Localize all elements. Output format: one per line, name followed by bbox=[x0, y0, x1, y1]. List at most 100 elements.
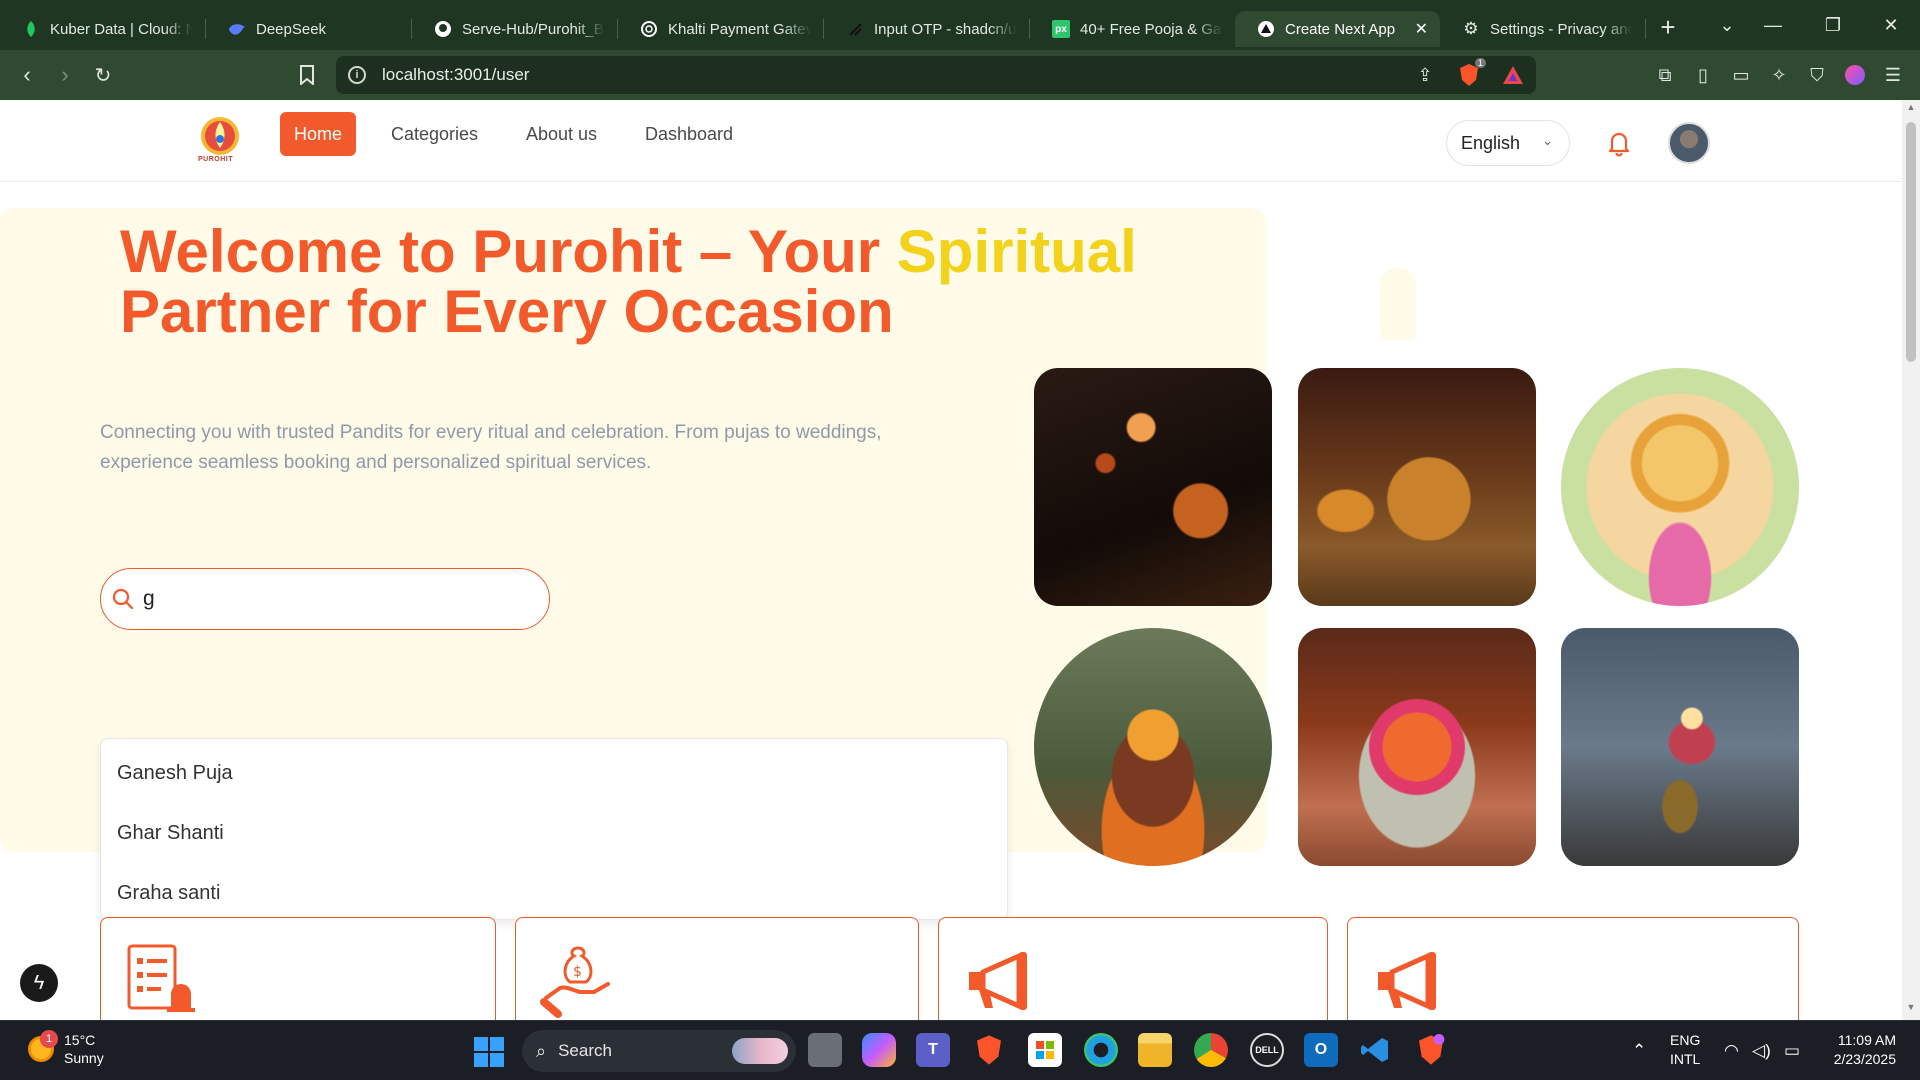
checklist-bell-icon bbox=[127, 944, 195, 1012]
page-scrollbar[interactable]: ▲ ▼ bbox=[1902, 100, 1920, 1020]
close-window-button[interactable]: ✕ bbox=[1864, 0, 1918, 50]
reload-icon[interactable]: ↻ bbox=[84, 56, 122, 94]
tab-label: Kuber Data | Cloud: N bbox=[50, 20, 193, 38]
task-view-icon[interactable] bbox=[808, 1033, 842, 1067]
tab-label: Create Next App bbox=[1285, 20, 1396, 38]
search-suggestions-dropdown: Ganesh Puja Ghar Shanti Graha santi bbox=[100, 738, 1008, 920]
file-explorer-icon[interactable] bbox=[1138, 1033, 1172, 1067]
wifi-icon[interactable]: ◠ bbox=[1724, 1041, 1739, 1061]
tab-label: Input OTP - shadcn/u bbox=[874, 20, 1017, 38]
vpn-shield-icon[interactable]: ⛉ bbox=[1804, 62, 1830, 88]
tab-settings-privacy[interactable]: ⚙ Settings - Privacy anc bbox=[1440, 11, 1645, 47]
nav-categories[interactable]: Categories bbox=[391, 112, 478, 156]
chrome-icon[interactable] bbox=[1194, 1033, 1228, 1067]
feature-card-booking[interactable] bbox=[100, 917, 496, 1020]
hero-title-main: Welcome to Purohit – Your bbox=[120, 218, 897, 285]
share-icon[interactable]: ⇪ bbox=[1412, 62, 1438, 88]
suggestion-item[interactable]: Ganesh Puja bbox=[101, 743, 1007, 803]
brave-shields-icon[interactable]: 1 bbox=[1456, 58, 1486, 88]
chevron-down-icon: ⌄ bbox=[1542, 133, 1553, 148]
hero-title-end: Partner for Every Occasion bbox=[120, 278, 894, 345]
taskbar-search[interactable]: ⌕ Search bbox=[522, 1030, 796, 1072]
goddess-lakshmi-image bbox=[1561, 368, 1799, 606]
money-bag-hand-icon: $ bbox=[540, 946, 610, 1018]
weather-badge: 1 bbox=[40, 1030, 58, 1048]
browser-tab-bar: Kuber Data | Cloud: N DeepSeek Serve-Hub… bbox=[0, 0, 1920, 50]
ms-store-icon[interactable] bbox=[1028, 1033, 1062, 1067]
brave-browser-icon[interactable] bbox=[972, 1033, 1006, 1067]
address-bar[interactable]: i localhost:3001/user ⇪ 1 bbox=[336, 56, 1536, 94]
bookmark-icon[interactable] bbox=[288, 56, 326, 94]
restore-button[interactable]: ❐ bbox=[1806, 0, 1860, 50]
weather-widget[interactable]: 1 15°C Sunny bbox=[28, 1030, 104, 1067]
tab-khalti-payment[interactable]: Khalti Payment Gatev bbox=[618, 11, 823, 47]
clock[interactable]: 11:09 AM 2/23/2025 bbox=[1826, 1031, 1896, 1069]
dev-tools-bolt-button[interactable]: ϟ bbox=[20, 964, 58, 1002]
user-avatar[interactable] bbox=[1668, 122, 1710, 164]
nav-home[interactable]: Home bbox=[280, 112, 357, 156]
nav-about-us[interactable]: About us bbox=[526, 112, 597, 156]
deepseek-whale-icon bbox=[228, 20, 246, 38]
vscode-icon[interactable] bbox=[1358, 1033, 1392, 1067]
diya-lamp-image bbox=[1561, 628, 1799, 866]
language-select[interactable]: English ⌄ bbox=[1446, 120, 1570, 166]
taskbar-search-label: Search bbox=[558, 1041, 612, 1060]
tab-kuber-data[interactable]: Kuber Data | Cloud: N bbox=[0, 11, 205, 47]
tab-deepseek[interactable]: DeepSeek bbox=[206, 11, 411, 47]
scrollbar-thumb[interactable] bbox=[1906, 122, 1916, 362]
edge-icon[interactable] bbox=[1084, 1033, 1118, 1067]
browser-toolbar: ‹ › ↻ i localhost:3001/user ⇪ 1 ⧉ ▯ ▭ ✧ … bbox=[0, 50, 1920, 100]
minimize-button[interactable]: — bbox=[1746, 0, 1800, 50]
wallet-icon[interactable]: ▭ bbox=[1728, 62, 1754, 88]
decorative-shape bbox=[1380, 268, 1416, 340]
site-info-icon[interactable]: i bbox=[348, 66, 366, 84]
tab-label: Serve-Hub/Purohit_B bbox=[462, 20, 604, 38]
pixabay-icon: px bbox=[1052, 20, 1070, 38]
battery-icon[interactable]: ▭ bbox=[1784, 1041, 1800, 1061]
scroll-up-arrow-icon[interactable]: ▲ bbox=[1902, 102, 1920, 118]
puja-thali-image bbox=[1298, 628, 1536, 866]
brave-beta-icon[interactable] bbox=[1414, 1033, 1448, 1067]
tab-input-otp[interactable]: Input OTP - shadcn/u bbox=[824, 11, 1029, 47]
windows-start-icon[interactable] bbox=[474, 1037, 504, 1067]
extensions-puzzle-icon[interactable]: ⧉ bbox=[1652, 62, 1678, 88]
teams-icon[interactable]: T bbox=[916, 1033, 950, 1067]
back-arrow-icon[interactable]: ‹ bbox=[8, 56, 46, 94]
volume-icon[interactable]: ◁) bbox=[1752, 1041, 1771, 1061]
new-tab-button[interactable]: + bbox=[1646, 12, 1690, 43]
tab-create-next-app[interactable]: Create Next App ✕ bbox=[1235, 11, 1440, 47]
suggestion-item[interactable]: Ghar Shanti bbox=[101, 803, 1007, 863]
search-input[interactable] bbox=[143, 587, 523, 611]
scroll-down-arrow-icon[interactable]: ▼ bbox=[1902, 1002, 1920, 1018]
close-tab-icon[interactable]: ✕ bbox=[1415, 19, 1428, 39]
hero-title: Welcome to Purohit – Your Spiritual Part… bbox=[120, 222, 1150, 342]
tab-github-purohit[interactable]: Serve-Hub/Purohit_B bbox=[412, 11, 617, 47]
aarti-ceremony-image bbox=[1034, 368, 1272, 606]
feature-card-announcements[interactable] bbox=[938, 917, 1328, 1020]
sidebar-toggle-icon[interactable]: ▯ bbox=[1690, 62, 1716, 88]
copilot-icon[interactable] bbox=[862, 1033, 896, 1067]
language-code: ENG bbox=[1670, 1032, 1701, 1048]
service-search-box[interactable] bbox=[100, 568, 550, 630]
suggestion-item[interactable]: Graha santi bbox=[101, 863, 1007, 923]
dell-icon[interactable]: DELL bbox=[1250, 1033, 1284, 1067]
forward-arrow-icon[interactable]: › bbox=[46, 56, 84, 94]
feature-card-payment[interactable]: $ bbox=[515, 917, 919, 1020]
nav-dashboard[interactable]: Dashboard bbox=[645, 112, 733, 156]
leo-ai-icon[interactable]: ✧ bbox=[1766, 62, 1792, 88]
profile-orb-icon[interactable] bbox=[1842, 62, 1868, 88]
outlook-icon[interactable]: O bbox=[1304, 1033, 1338, 1067]
notification-bell-icon[interactable] bbox=[1604, 128, 1634, 158]
purohit-logo[interactable]: PUROHIT bbox=[196, 114, 244, 166]
brave-rewards-icon[interactable] bbox=[1500, 62, 1526, 88]
feature-card-updates[interactable] bbox=[1347, 917, 1799, 1020]
search-icon bbox=[112, 588, 134, 610]
tab-pixabay-pooja[interactable]: px 40+ Free Pooja & Ga bbox=[1030, 11, 1235, 47]
input-language-indicator[interactable]: ENG INTL bbox=[1670, 1031, 1700, 1069]
url-text[interactable]: localhost:3001/user bbox=[382, 65, 529, 85]
tray-overflow-chevron-icon[interactable]: ⌃ bbox=[1632, 1041, 1646, 1061]
weather-temp: 15°C bbox=[64, 1032, 96, 1048]
windows-taskbar: 1 15°C Sunny ⌕ Search T DELL O ⌃ ENG INT… bbox=[0, 1020, 1920, 1080]
brave-badge: 1 bbox=[1474, 58, 1486, 68]
menu-hamburger-icon[interactable]: ☰ bbox=[1880, 62, 1906, 88]
